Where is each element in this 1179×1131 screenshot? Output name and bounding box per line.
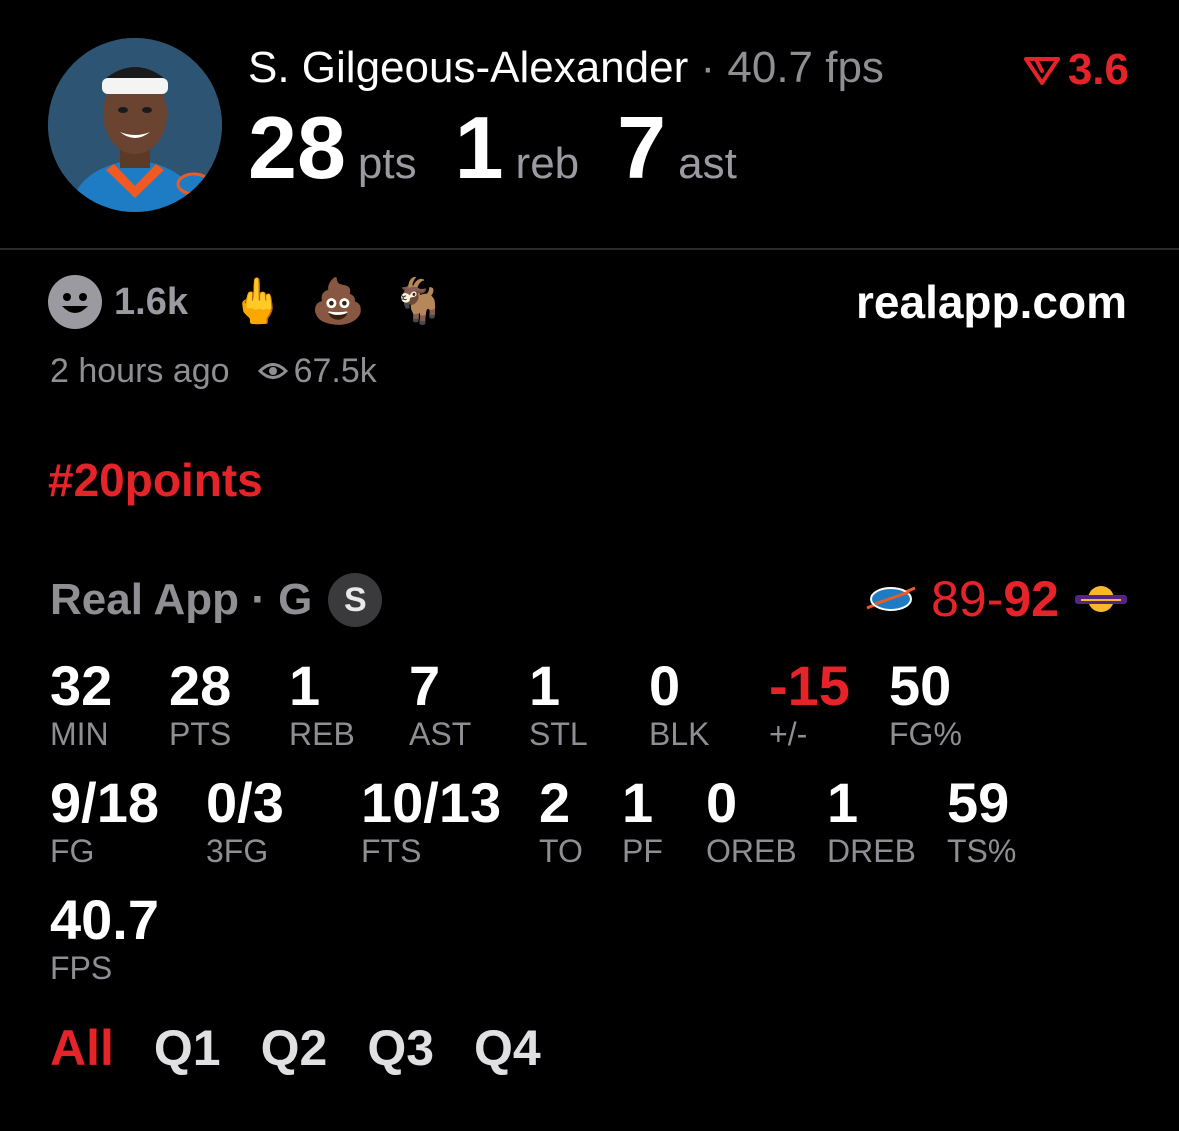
stat-value: 1 <box>289 654 321 717</box>
headline-points-unit: pts <box>357 139 417 188</box>
stat-fts: 10/13 FTS <box>361 771 502 870</box>
score-text: 89-92 <box>931 570 1059 628</box>
headline-points-value: 28 <box>248 98 346 197</box>
tab-q2[interactable]: Q2 <box>261 1020 328 1076</box>
trend-value: 3.6 <box>1067 45 1129 94</box>
headline-rebounds-unit: reb <box>515 139 580 188</box>
player-name-line[interactable]: S. Gilgeous-Alexander · 40.7 fps <box>248 40 884 96</box>
stat-pf: 1 PF <box>622 771 663 870</box>
stat-value: 0/3 <box>206 771 284 834</box>
stat-label: STL <box>529 716 588 752</box>
stat-label: DREB <box>827 833 916 869</box>
stat-blk: 0 BLK <box>649 654 710 753</box>
stat-min: 32 MIN <box>50 654 113 753</box>
smiley-reaction-icon[interactable] <box>48 275 102 329</box>
score-away: 92 <box>1003 571 1059 627</box>
stat-label: OREB <box>706 833 797 869</box>
tab-q1[interactable]: Q1 <box>154 1020 221 1076</box>
stat-value: 28 <box>169 654 232 717</box>
time-ago: 2 hours ago <box>50 352 230 390</box>
stat-stl: 1 STL <box>529 654 588 753</box>
stat-label: FTS <box>361 833 422 869</box>
stat-label: TO <box>539 833 583 869</box>
stat-to: 2 TO <box>539 771 583 870</box>
stat-dreb: 1 DREB <box>827 771 916 870</box>
stat-fg: 9/18 FG <box>50 771 159 870</box>
stat-3fg: 0/3 3FG <box>206 771 284 870</box>
hashtag-link[interactable]: #20points <box>48 452 263 508</box>
stat-value: 32 <box>50 654 113 717</box>
stat-value: 7 <box>409 654 441 717</box>
game-source-row: Real App · G S <box>50 573 383 627</box>
stat-label: PTS <box>169 716 232 752</box>
player-avatar[interactable] <box>48 38 222 212</box>
headline-assists-unit: ast <box>678 139 737 188</box>
stat-value: 59 <box>947 771 1010 834</box>
poop-reaction[interactable]: 💩 <box>311 274 366 330</box>
post-meta: 2 hours ago 67.5k <box>50 350 377 392</box>
player-name[interactable]: S. Gilgeous-Alexander <box>248 43 688 92</box>
trend-down-icon <box>1023 57 1060 85</box>
stat-plus-minus: -15 +/- <box>769 654 850 753</box>
stat-pts: 28 PTS <box>169 654 232 753</box>
stat-value: -15 <box>769 654 850 717</box>
stat-label: MIN <box>50 716 109 752</box>
goat-reaction[interactable]: 🐐 <box>392 274 447 330</box>
stat-value: 50 <box>889 654 952 717</box>
headline-statline: 28 pts 1 reb 7 ast <box>248 104 737 192</box>
player-stat-card: S. Gilgeous-Alexander · 40.7 fps 3.6 28 … <box>0 0 1179 1131</box>
score-dash: - <box>986 571 1004 627</box>
lakers-team-logo-icon <box>1073 584 1129 614</box>
header-divider <box>0 248 1179 250</box>
stat-label: FG% <box>889 716 962 752</box>
stat-fg-pct: 50 FG% <box>889 654 962 753</box>
s-badge-icon: S <box>328 573 383 627</box>
source-label: Real App · G <box>50 575 313 624</box>
score-home: 89 <box>931 571 987 627</box>
tab-q3[interactable]: Q3 <box>367 1020 434 1076</box>
tab-q4[interactable]: Q4 <box>474 1020 541 1076</box>
middle-finger-reaction[interactable]: 🖕 <box>230 274 285 330</box>
headline-assists-value: 7 <box>617 98 667 197</box>
game-score[interactable]: 89-92 <box>865 570 1129 628</box>
view-count: 67.5k <box>293 352 377 390</box>
name-separator: · <box>700 43 716 92</box>
stat-label: FPS <box>50 950 113 986</box>
stat-value: 2 <box>539 771 571 834</box>
stat-value: 1 <box>529 654 561 717</box>
stat-value: 40.7 <box>50 888 159 951</box>
stat-value: 0 <box>649 654 681 717</box>
stat-label: +/- <box>769 716 808 752</box>
stat-label: TS% <box>947 833 1017 869</box>
stat-label: BLK <box>649 716 710 752</box>
stat-label: FG <box>50 833 95 869</box>
quarter-tabs: All Q1 Q2 Q3 Q4 <box>50 1020 541 1076</box>
site-link[interactable]: realapp.com <box>856 274 1127 330</box>
stat-label: PF <box>622 833 663 869</box>
tab-all[interactable]: All <box>50 1020 114 1076</box>
stat-ts-pct: 59 TS% <box>947 771 1017 870</box>
stat-fps: 40.7 FPS <box>50 888 159 987</box>
reaction-count: 1.6k <box>114 280 188 323</box>
stat-reb: 1 REB <box>289 654 355 753</box>
eye-icon <box>257 363 288 379</box>
stat-value: 1 <box>827 771 859 834</box>
fps-trend: 3.6 <box>1023 42 1129 98</box>
headline-rebounds-value: 1 <box>454 98 504 197</box>
stat-value: 0 <box>706 771 738 834</box>
stat-oreb: 0 OREB <box>706 771 797 870</box>
stat-value: 9/18 <box>50 771 159 834</box>
stat-value: 10/13 <box>361 771 502 834</box>
okc-team-logo-icon <box>865 584 917 614</box>
stat-value: 1 <box>622 771 654 834</box>
player-photo-illustration <box>48 38 222 212</box>
stat-ast: 7 AST <box>409 654 472 753</box>
fps-text: 40.7 fps <box>727 43 884 92</box>
reactions-row: 1.6k 🖕 💩 🐐 <box>48 274 472 330</box>
stat-label: AST <box>409 716 472 752</box>
stat-label: REB <box>289 716 355 752</box>
stat-label: 3FG <box>206 833 269 869</box>
